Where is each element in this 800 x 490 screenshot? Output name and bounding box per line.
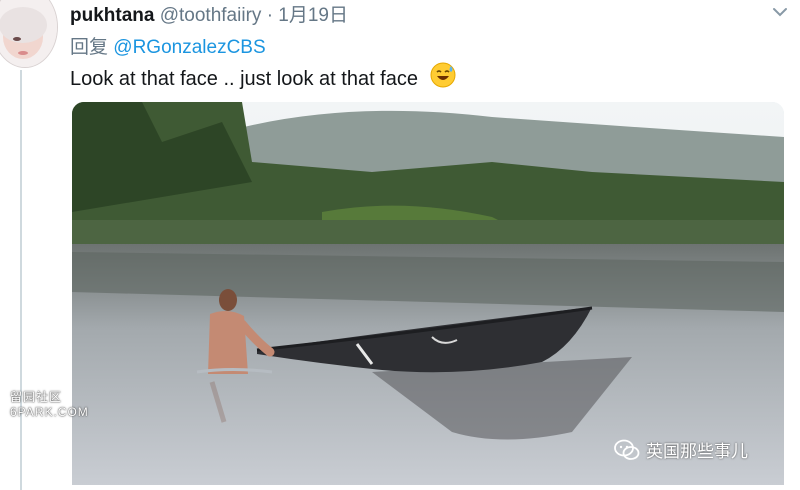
reply-context: 回复 @RGonzalezCBS bbox=[70, 32, 266, 59]
watermark-6park: 留园社区 6PARK.COM bbox=[10, 390, 89, 420]
wechat-icon bbox=[614, 439, 640, 460]
chevron-down-icon bbox=[773, 8, 787, 17]
tweet-text: Look at that face .. just look at that f… bbox=[70, 62, 456, 94]
avatar[interactable] bbox=[0, 0, 58, 68]
display-name[interactable]: pukhtana bbox=[70, 5, 154, 26]
tweet-menu-button[interactable] bbox=[770, 2, 790, 27]
tweet-date[interactable]: 1月19日 bbox=[278, 5, 348, 26]
tweet-text-content: Look at that face .. just look at that f… bbox=[70, 68, 418, 90]
separator-dot: · bbox=[266, 5, 274, 26]
watermark-6park-cn: 留园社区 bbox=[10, 390, 63, 404]
user-handle[interactable]: @toothfaiiry bbox=[160, 5, 262, 26]
thread-line bbox=[20, 70, 22, 490]
lake-canoe-photo bbox=[72, 102, 784, 485]
tweet-header: pukhtana @toothfaiiry · 1月19日 bbox=[70, 0, 348, 27]
reply-prefix: 回复 bbox=[70, 37, 109, 58]
avatar-image bbox=[0, 0, 57, 67]
watermark-wechat-text: 英国那些事儿 bbox=[646, 442, 748, 461]
sweat-smile-emoji bbox=[430, 62, 456, 94]
watermark-6park-en: 6PARK.COM bbox=[10, 405, 89, 419]
reply-mention-link[interactable]: @RGonzalezCBS bbox=[113, 37, 265, 58]
tweet-photo[interactable] bbox=[72, 102, 784, 485]
watermark-wechat: 英国那些事儿 bbox=[614, 437, 748, 462]
